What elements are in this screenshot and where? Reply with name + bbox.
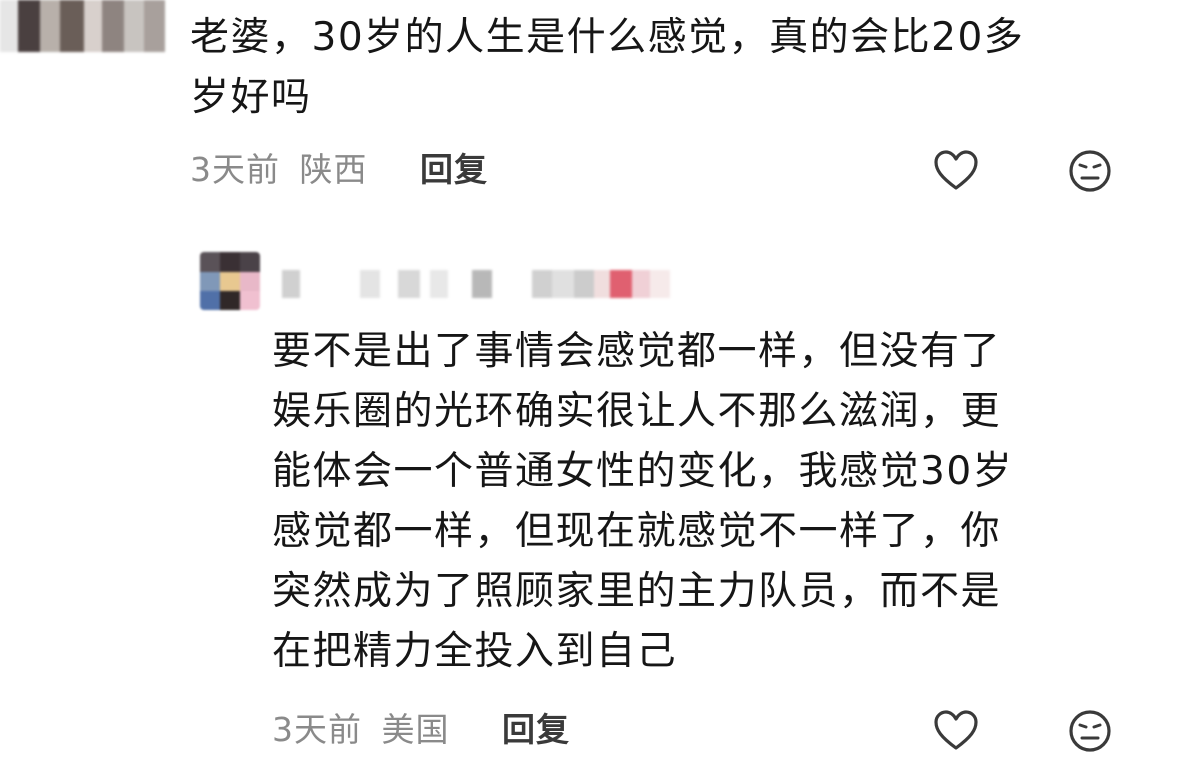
reply-text-line: 感觉都一样，但现在就感觉不一样了，你 (272, 509, 1002, 554)
reply-text-line: 突然成为了照顾家里的主力队员，而不是 (272, 569, 1002, 614)
reply-button[interactable]: 回复 (420, 150, 488, 190)
comment-text-line: 老婆，30岁的人生是什么感觉，真的会比20多 (190, 15, 1025, 60)
reply-text: 要不是出了事情会感觉都一样，但没有了 娱乐圈的光环确实很让人不那么滋润，更 能体… (272, 322, 1152, 682)
comment-meta: 3天前 陕西 (190, 150, 368, 190)
reply-text-line: 能体会一个普通女性的变化，我感觉30岁 (272, 449, 1014, 494)
reply-button[interactable]: 回复 (502, 710, 570, 750)
reply-text-line: 要不是出了事情会感觉都一样，但没有了 (272, 329, 1002, 374)
comment-location: 陕西 (299, 150, 368, 189)
heart-icon[interactable] (933, 148, 979, 194)
reply-meta: 3天前 美国 (272, 710, 450, 750)
reply-location: 美国 (381, 710, 450, 749)
comment-text-line: 岁好吗 (190, 75, 312, 120)
reply-text-line: 娱乐圈的光环确实很让人不那么滋润，更 (272, 389, 1002, 434)
comment-time: 3天前 (190, 150, 280, 189)
avatar (200, 252, 260, 310)
censored-username (0, 0, 165, 52)
reply-text-line: 在把精力全投入到自己 (272, 629, 678, 674)
heart-icon[interactable] (933, 708, 979, 754)
reply-time: 3天前 (272, 710, 362, 749)
censored-username (282, 270, 732, 298)
neutral-face-icon[interactable] (1067, 708, 1113, 754)
neutral-face-icon[interactable] (1067, 148, 1113, 194)
comment-text: 老婆，30岁的人生是什么感觉，真的会比20多 岁好吗 (190, 8, 1150, 128)
